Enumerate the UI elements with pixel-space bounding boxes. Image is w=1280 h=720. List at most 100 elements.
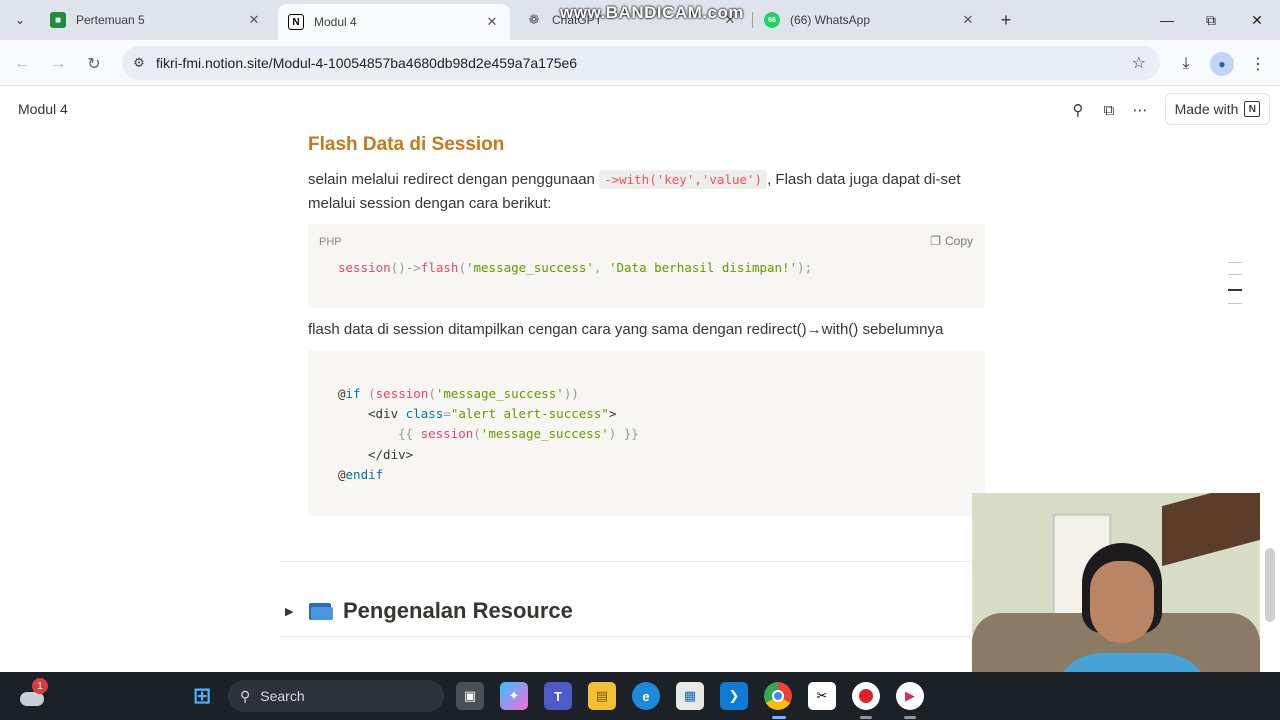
profile-avatar[interactable]: ●: [1210, 52, 1234, 76]
code-line: @endif: [338, 467, 383, 482]
close-icon[interactable]: ✕: [484, 14, 500, 30]
close-window-button[interactable]: ✕: [1242, 8, 1272, 32]
outline-marker[interactable]: [1228, 274, 1242, 275]
code-token: (: [473, 426, 481, 441]
divider: [280, 636, 970, 637]
reload-button[interactable]: ↻: [82, 52, 106, 76]
code-token: );: [797, 260, 813, 275]
code-language-label[interactable]: PHP: [319, 236, 342, 248]
weather-widget[interactable]: 1: [18, 678, 48, 710]
code-token: @: [338, 386, 346, 401]
folder-icon: [309, 601, 333, 621]
close-icon[interactable]: ✕: [246, 12, 262, 28]
url-text[interactable]: fikri-fmi.notion.site/Modul-4-10054857ba…: [156, 55, 577, 71]
code-token: ) }}: [608, 426, 639, 441]
browser-menu-icon[interactable]: ⋮: [1246, 52, 1270, 76]
paragraph-text: selain melalui redirect dengan penggunaa…: [308, 171, 600, 188]
edge-icon[interactable]: e: [632, 682, 660, 710]
paragraph-1: selain melalui redirect dengan penggunaa…: [308, 168, 988, 216]
copy-button[interactable]: ❐ Copy: [926, 232, 977, 250]
code-token: 'message_success': [480, 426, 609, 441]
code-block-php: PHP ❐ Copy session()->flash('message_suc…: [308, 224, 985, 308]
code-token: endif: [345, 467, 384, 482]
download-icon[interactable]: ⤓: [1174, 52, 1198, 76]
chatgpt-icon: ❁: [528, 12, 540, 27]
tab-pertemuan-5[interactable]: ■ Pertemuan 5 ✕: [40, 4, 272, 36]
code-token: (: [428, 386, 436, 401]
browser-tab-strip: ⌄ ■ Pertemuan 5 ✕ N Modul 4 ✕ ❁ ChatGPT …: [0, 0, 1280, 40]
chrome-icon[interactable]: [764, 682, 792, 710]
copilot-icon[interactable]: ✦: [500, 682, 528, 710]
running-indicator: [860, 716, 872, 719]
outline-marker[interactable]: [1228, 262, 1242, 263]
tab-separator: [752, 12, 753, 28]
running-indicator: [772, 716, 786, 719]
cloud-icon: [20, 692, 44, 706]
duplicate-icon[interactable]: ⧉: [1098, 99, 1120, 121]
code-line: </div>: [368, 447, 413, 462]
copy-icon: ❐: [930, 234, 941, 248]
toggle-heading-resource[interactable]: ▶ Pengenalan Resource: [285, 596, 573, 626]
code-token: >: [608, 406, 617, 421]
running-indicator: [904, 716, 916, 719]
store-icon[interactable]: ▦: [676, 682, 704, 710]
tab-modul-4[interactable]: N Modul 4 ✕: [278, 4, 510, 40]
restore-button[interactable]: ⧉: [1196, 8, 1226, 32]
code-token: <div: [368, 406, 406, 421]
notification-badge: 1: [32, 678, 48, 694]
divider: [280, 561, 970, 562]
recording-watermark: www.BANDICAM.com: [560, 3, 744, 22]
code-token: @: [338, 467, 346, 482]
code-token: if: [345, 386, 361, 401]
breadcrumb[interactable]: Modul 4: [18, 101, 68, 117]
teams-icon[interactable]: T: [544, 682, 572, 710]
code-token: session: [338, 260, 391, 275]
code-token: =: [443, 406, 451, 421]
tab-search-button[interactable]: ⌄: [8, 8, 32, 32]
inline-code: ->with('key','value'): [599, 170, 768, 189]
outline-marker[interactable]: [1228, 303, 1242, 304]
file-explorer-icon[interactable]: ▤: [588, 682, 616, 710]
code-line: {{ session('message_success') }}: [398, 426, 639, 441]
bandicam-icon[interactable]: [852, 682, 880, 710]
tab-title: Modul 4: [314, 15, 357, 29]
code-token: 'Data berhasil disimpan!': [608, 260, 798, 275]
back-button[interactable]: ←: [10, 52, 34, 76]
more-options-icon[interactable]: ⋯: [1129, 99, 1151, 121]
code-token: ,: [593, 260, 609, 275]
made-with-notion-button[interactable]: Made with N: [1165, 93, 1270, 125]
code-token: 'message_success': [435, 386, 564, 401]
windows-start-icon[interactable]: ⊞: [188, 682, 216, 710]
toggle-triangle-icon[interactable]: ▶: [285, 605, 299, 618]
toggle-title: Pengenalan Resource: [343, 598, 573, 623]
media-player-icon[interactable]: ▶: [896, 682, 924, 710]
chevron-down-icon: ⌄: [14, 13, 26, 27]
outline-marker-active[interactable]: [1228, 289, 1242, 291]
address-bar[interactable]: ⚙ fikri-fmi.notion.site/Modul-4-10054857…: [122, 46, 1160, 80]
search-icon: ⚲: [240, 687, 251, 704]
vscode-icon[interactable]: ❯: [720, 682, 748, 710]
windows-taskbar: 1 ⊞ ⚲ Search ▣ ✦ T ▤ e ▦ ❯ ✂ ▶: [0, 672, 1280, 720]
forward-button[interactable]: →: [46, 52, 70, 76]
notion-topbar: Modul 4 ⚲ ⧉ ⋯ Made with N: [0, 87, 1280, 132]
task-view-icon[interactable]: ▣: [456, 682, 484, 710]
new-tab-button[interactable]: +: [996, 10, 1016, 31]
browser-toolbar: ← → ↻ ⚙ fikri-fmi.notion.site/Modul-4-10…: [0, 40, 1280, 86]
code-line: @if (session('message_success')): [338, 386, 579, 401]
code-token: {{: [398, 426, 421, 441]
tab-whatsapp[interactable]: 66 (66) WhatsApp ✕: [754, 4, 986, 36]
bookmark-star-icon[interactable]: ☆: [1132, 53, 1146, 73]
copy-label: Copy: [944, 234, 973, 248]
code-token: flash: [420, 260, 459, 275]
search-icon[interactable]: ⚲: [1067, 99, 1089, 121]
code-token: session: [375, 386, 429, 401]
capcut-icon[interactable]: ✂: [808, 682, 836, 710]
close-icon[interactable]: ✕: [960, 12, 976, 28]
minimize-button[interactable]: —: [1152, 8, 1182, 32]
code-line: session()->flash('message_success', 'Dat…: [338, 260, 812, 275]
page-scrollbar[interactable]: [1265, 548, 1275, 622]
code-token: 'message_success': [465, 260, 594, 275]
site-info-icon[interactable]: ⚙: [122, 55, 156, 71]
whatsapp-icon: 66: [764, 12, 780, 28]
taskbar-search-box[interactable]: ⚲ Search: [228, 680, 444, 712]
